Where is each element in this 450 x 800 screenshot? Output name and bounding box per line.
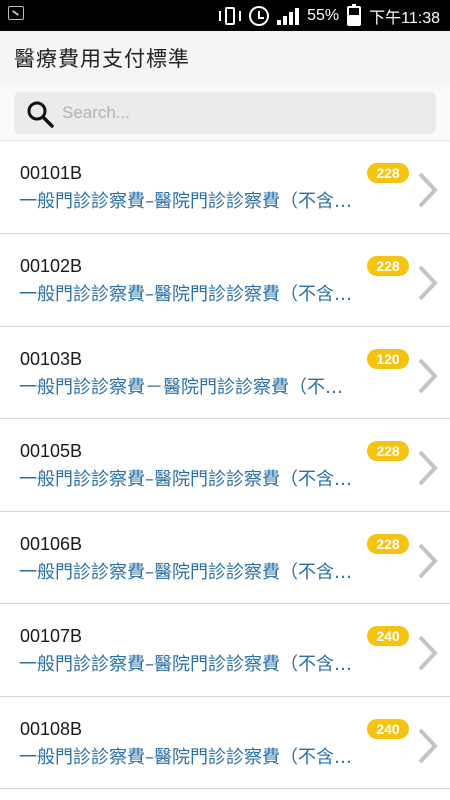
count-badge: 228: [367, 533, 409, 554]
signal-icon: [277, 7, 300, 25]
item-description: 一般門診診察費－醫院門診診察費（不…: [19, 376, 343, 398]
search-input[interactable]: [62, 92, 422, 134]
item-description: 一般門診診察費–醫院門診診察費（不含…: [19, 191, 352, 212]
page-title: 醫療費用支付標準: [14, 47, 190, 71]
search-box[interactable]: [14, 92, 436, 134]
item-code: 00107B: [20, 626, 83, 646]
item-description: 一般門診診察費–醫院門診診察費（不含…: [19, 746, 352, 768]
item-description: 一般門診診察費–醫院門診診察費（不含…: [19, 654, 352, 675]
item-code: 00102B: [20, 256, 83, 276]
count-badge: 228: [367, 441, 409, 461]
search-bar: [0, 85, 450, 141]
count-badge: 240: [367, 718, 409, 739]
fee-list: 00101B 一般門診診察費–醫院門診診察費（不含… 228 00102B 一般…: [0, 141, 450, 789]
chevron-right-icon: [418, 358, 438, 393]
alarm-icon: [249, 5, 270, 26]
chevron-right-icon: [418, 543, 438, 578]
chevron-right-icon: [418, 635, 438, 671]
list-item[interactable]: 00103B 一般門診診察費－醫院門診診察費（不… 120: [0, 326, 450, 419]
status-right: 55% 下午11:38: [219, 0, 440, 31]
list-item[interactable]: 00108B 一般門診診察費–醫院門診診察費（不含… 240: [0, 696, 450, 789]
list-item[interactable]: 00107B 一般門診診察費–醫院門診診察費（不含… 240: [0, 604, 450, 697]
count-badge: 120: [367, 348, 409, 369]
count-badge: 240: [367, 626, 409, 646]
item-code: 00101B: [20, 163, 83, 183]
item-code: 00103B: [20, 348, 83, 369]
chevron-right-icon: [418, 265, 438, 301]
status-bar: 55% 下午11:38: [0, 0, 450, 31]
app-bar: 醫療費用支付標準: [0, 31, 450, 85]
chevron-right-icon: [418, 450, 438, 486]
item-description: 一般門診診察費–醫院門診診察費（不含…: [19, 561, 352, 583]
notification-icon: [8, 6, 24, 20]
chevron-right-icon: [418, 172, 438, 208]
list-item[interactable]: 00102B 一般門診診察費–醫院門診診察費（不含… 228: [0, 234, 450, 327]
count-badge: 228: [367, 256, 409, 276]
search-icon[interactable]: [26, 100, 54, 128]
chevron-right-icon: [418, 728, 438, 763]
count-badge: 228: [367, 163, 409, 183]
item-description: 一般門診診察費–醫院門診診察費（不含…: [19, 284, 352, 305]
battery-icon: [347, 3, 362, 26]
list-item[interactable]: 00101B 一般門診診察費–醫院門診診察費（不含… 228: [0, 141, 450, 234]
item-description: 一般門診診察費–醫院門診診察費（不含…: [19, 469, 352, 490]
item-code: 00108B: [20, 718, 83, 739]
vibrate-icon: [219, 6, 242, 25]
list-item[interactable]: 00105B 一般門診診察費–醫院門診診察費（不含… 228: [0, 419, 450, 512]
status-time: 下午11:38: [369, 9, 440, 27]
battery-percent: 55%: [307, 6, 340, 24]
item-code: 00105B: [20, 441, 83, 461]
item-code: 00106B: [20, 533, 83, 554]
list-item[interactable]: 00106B 一般門診診察費–醫院門診診察費（不含… 228: [0, 511, 450, 604]
